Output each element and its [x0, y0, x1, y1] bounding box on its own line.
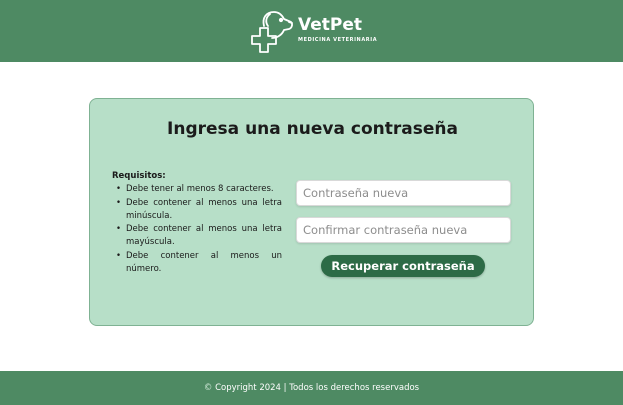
- password-requirements: Requisitos: Debe tener al menos 8 caract…: [112, 170, 282, 276]
- requirement-item: Debe tener al menos 8 caracteres.: [112, 183, 282, 197]
- dog-cross-logo-icon: [251, 11, 293, 53]
- page-title: Ingresa una nueva contraseña: [167, 119, 458, 139]
- footer-copyright: © Copyright 2024 | Todos los derechos re…: [0, 371, 623, 405]
- reset-password-card: Ingresa una nueva contraseña Requisitos:…: [89, 98, 534, 326]
- requirements-list: Debe tener al menos 8 caracteres. Debe c…: [112, 183, 282, 276]
- new-password-input[interactable]: [296, 180, 511, 206]
- confirm-password-input[interactable]: [296, 217, 511, 243]
- requirements-title: Requisitos:: [112, 171, 166, 181]
- brand-tagline: MEDICINA VETERINARIA: [298, 37, 378, 43]
- site-header: VetPet MEDICINA VETERINARIA: [0, 0, 623, 62]
- vetpet-logo[interactable]: VetPet MEDICINA VETERINARIA: [248, 8, 388, 54]
- requirement-item: Debe contener al menos una letra mayúscu…: [112, 223, 282, 250]
- site-footer: © Copyright 2024 | Todos los derechos re…: [0, 371, 623, 405]
- requirement-item: Debe contener al menos una letra minúscu…: [112, 197, 282, 224]
- footer-text: Copyright 2024 | Todos los derechos rese…: [215, 383, 420, 393]
- copyright-icon: ©: [203, 383, 213, 393]
- brand-name: VetPet: [298, 15, 362, 35]
- requirement-item: Debe contener al menos un número.: [112, 250, 282, 277]
- recover-password-button[interactable]: Recuperar contraseña: [321, 255, 485, 277]
